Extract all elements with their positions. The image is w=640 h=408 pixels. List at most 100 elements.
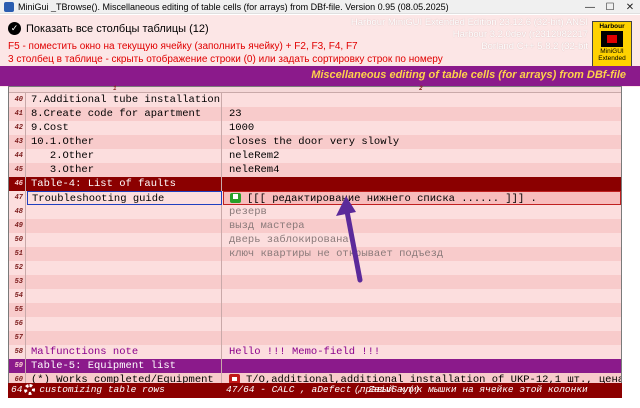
table-row[interactable]: 59 Table-5: Equipment list: [9, 359, 621, 373]
cell-col2[interactable]: closes the door very slowly: [223, 135, 621, 149]
hint-col3: 3 столбец в таблице - скрыть отображение…: [8, 54, 443, 65]
cell-col1[interactable]: Troubleshooting guide: [27, 191, 222, 205]
cell-col1[interactable]: 8.Create code for apartment: [27, 107, 222, 121]
cell-col1[interactable]: [27, 289, 222, 303]
status-count: 64: [11, 384, 23, 395]
table-banner: Miscellaneous editing of table cells (fo…: [0, 66, 640, 86]
cell-col2[interactable]: 23: [223, 107, 621, 121]
row-number: 48: [9, 205, 26, 219]
table-row[interactable]: 54: [9, 289, 621, 303]
table-row[interactable]: 47 Troubleshooting guide [[[ редактировани…: [9, 191, 621, 205]
row-number: 41: [9, 107, 26, 121]
cell-col1[interactable]: [27, 205, 222, 219]
column-header[interactable]: 1: [113, 85, 117, 92]
table-row[interactable]: 50 дверь заблокирована: [9, 233, 621, 247]
cell-col2[interactable]: [223, 359, 621, 373]
cell-col2[interactable]: ключ квартиры не открывает подъезд: [223, 247, 621, 261]
row-number: 55: [9, 303, 26, 317]
cell-col2[interactable]: [223, 275, 621, 289]
cell-col2[interactable]: [223, 303, 621, 317]
cell-col2[interactable]: neleRem2: [223, 149, 621, 163]
cell-col1[interactable]: Malfunctions note: [27, 345, 222, 359]
cell-col1[interactable]: [27, 261, 222, 275]
app-icon: [4, 1, 14, 12]
row-number: 57: [9, 331, 26, 345]
row-number: 43: [9, 135, 26, 149]
table-row[interactable]: 41 8.Create code for apartment 23: [9, 107, 621, 121]
row-number: 59: [9, 359, 26, 373]
cell-col2[interactable]: вызд мастера: [223, 219, 621, 233]
row-number: 51: [9, 247, 26, 261]
cell-col1[interactable]: [27, 219, 222, 233]
cell-col1[interactable]: 3.Other: [27, 163, 222, 177]
row-number: 47: [9, 191, 26, 205]
cell-col1[interactable]: [27, 317, 222, 331]
table-row[interactable]: 48 резерв: [9, 205, 621, 219]
logo-bottom-text: MiniGUI: [600, 48, 624, 55]
cell-col2[interactable]: [223, 317, 621, 331]
table-grid[interactable]: 1 2 40 7.Additional tube installation: 41 8…: [8, 85, 622, 398]
cell-col2[interactable]: дверь заблокирована: [223, 233, 621, 247]
row-number: 56: [9, 317, 26, 331]
table-row[interactable]: 56: [9, 317, 621, 331]
table-row[interactable]: 58 Malfunctions note Hello !!! Memo-field …: [9, 345, 621, 359]
cell-col1[interactable]: [27, 233, 222, 247]
cell-col2[interactable]: 1000: [223, 121, 621, 135]
harbour-logo: Harbour MiniGUI Extended: [592, 21, 632, 71]
table-row[interactable]: 53: [9, 275, 621, 289]
table-row[interactable]: 40 7.Additional tube installation:: [9, 93, 621, 107]
show-columns-toggle[interactable]: ✓ Показать все столбцы таблицы (12): [8, 22, 209, 35]
cell-col2[interactable]: Hello !!! Memo-field !!!: [223, 345, 621, 359]
edit-icon[interactable]: [230, 193, 241, 203]
cell-col1[interactable]: 7.Additional tube installation:: [27, 93, 222, 107]
table-row[interactable]: 49 вызд мастера: [9, 219, 621, 233]
minimize-button[interactable]: —: [580, 0, 600, 14]
table-row[interactable]: 57: [9, 331, 621, 345]
cell-col2[interactable]: [223, 261, 621, 275]
version-line: Harbour 3.2.0dev (r2312082217: [452, 29, 588, 40]
cell-col1[interactable]: [27, 275, 222, 289]
table-row[interactable]: 42 9.Cost 1000: [9, 121, 621, 135]
cell-col1[interactable]: 10.1.Other: [27, 135, 222, 149]
version-line: Borland C++ 5.8.2 (32-bit: [481, 41, 588, 52]
table-row[interactable]: 45 3.Other neleRem4: [9, 163, 621, 177]
cell-col1[interactable]: Table-4: List of faults: [27, 177, 222, 191]
cell-col2[interactable]: [[[ редактирование нижнего списка ......…: [223, 191, 621, 205]
cell-col2[interactable]: neleRem4: [223, 163, 621, 177]
row-number: 44: [9, 149, 26, 163]
cell-col1[interactable]: [27, 331, 222, 345]
logo-top-text: Harbour: [599, 23, 625, 30]
cell-col1[interactable]: Table-5: Equipment list: [27, 359, 222, 373]
version-line: Harbour MiniGUI Extended Edition 23.12.6…: [350, 17, 588, 28]
cell-col2[interactable]: [223, 289, 621, 303]
table-row[interactable]: 44 2.Other neleRem2: [9, 149, 621, 163]
gear-icon[interactable]: [24, 384, 36, 395]
cell-col1[interactable]: 9.Cost: [27, 121, 222, 135]
cell-col1[interactable]: [27, 303, 222, 317]
maximize-button[interactable]: ☐: [600, 0, 620, 14]
status-bar: 64 customizing table rows 47/64 - CALC ,…: [8, 383, 622, 398]
window-titlebar: MiniGui _TBrowse(). Miscellaneous editin…: [0, 0, 640, 14]
cell-col2[interactable]: [223, 93, 621, 107]
row-number: 54: [9, 289, 26, 303]
banner-title: Miscellaneous editing of table cells (fo…: [311, 69, 626, 81]
table-row[interactable]: 43 10.1.Other closes the door very slowly: [9, 135, 621, 149]
hint-f5: F5 - поместить окно на текущую ячейку (з…: [8, 41, 358, 52]
table-row[interactable]: 51 ключ квартиры не открывает подъезд: [9, 247, 621, 261]
window-controls: — ☐ ✕: [580, 0, 640, 14]
check-icon[interactable]: ✓: [8, 22, 21, 35]
cell-col1[interactable]: 2.Other: [27, 149, 222, 163]
table-row[interactable]: 55: [9, 303, 621, 317]
cell-col1[interactable]: [27, 247, 222, 261]
logo-bottom-text: Extended: [598, 55, 626, 62]
status-left: 64 customizing table rows: [11, 384, 165, 395]
logo-mark: [601, 31, 623, 47]
row-number: 45: [9, 163, 26, 177]
close-button[interactable]: ✕: [620, 0, 640, 14]
cell-col2[interactable]: резерв: [223, 205, 621, 219]
table-row[interactable]: 46 Table-4: List of faults: [9, 177, 621, 191]
cell-col2[interactable]: [223, 177, 621, 191]
column-header[interactable]: 2: [419, 85, 423, 92]
cell-col2[interactable]: [223, 331, 621, 345]
table-row[interactable]: 52: [9, 261, 621, 275]
